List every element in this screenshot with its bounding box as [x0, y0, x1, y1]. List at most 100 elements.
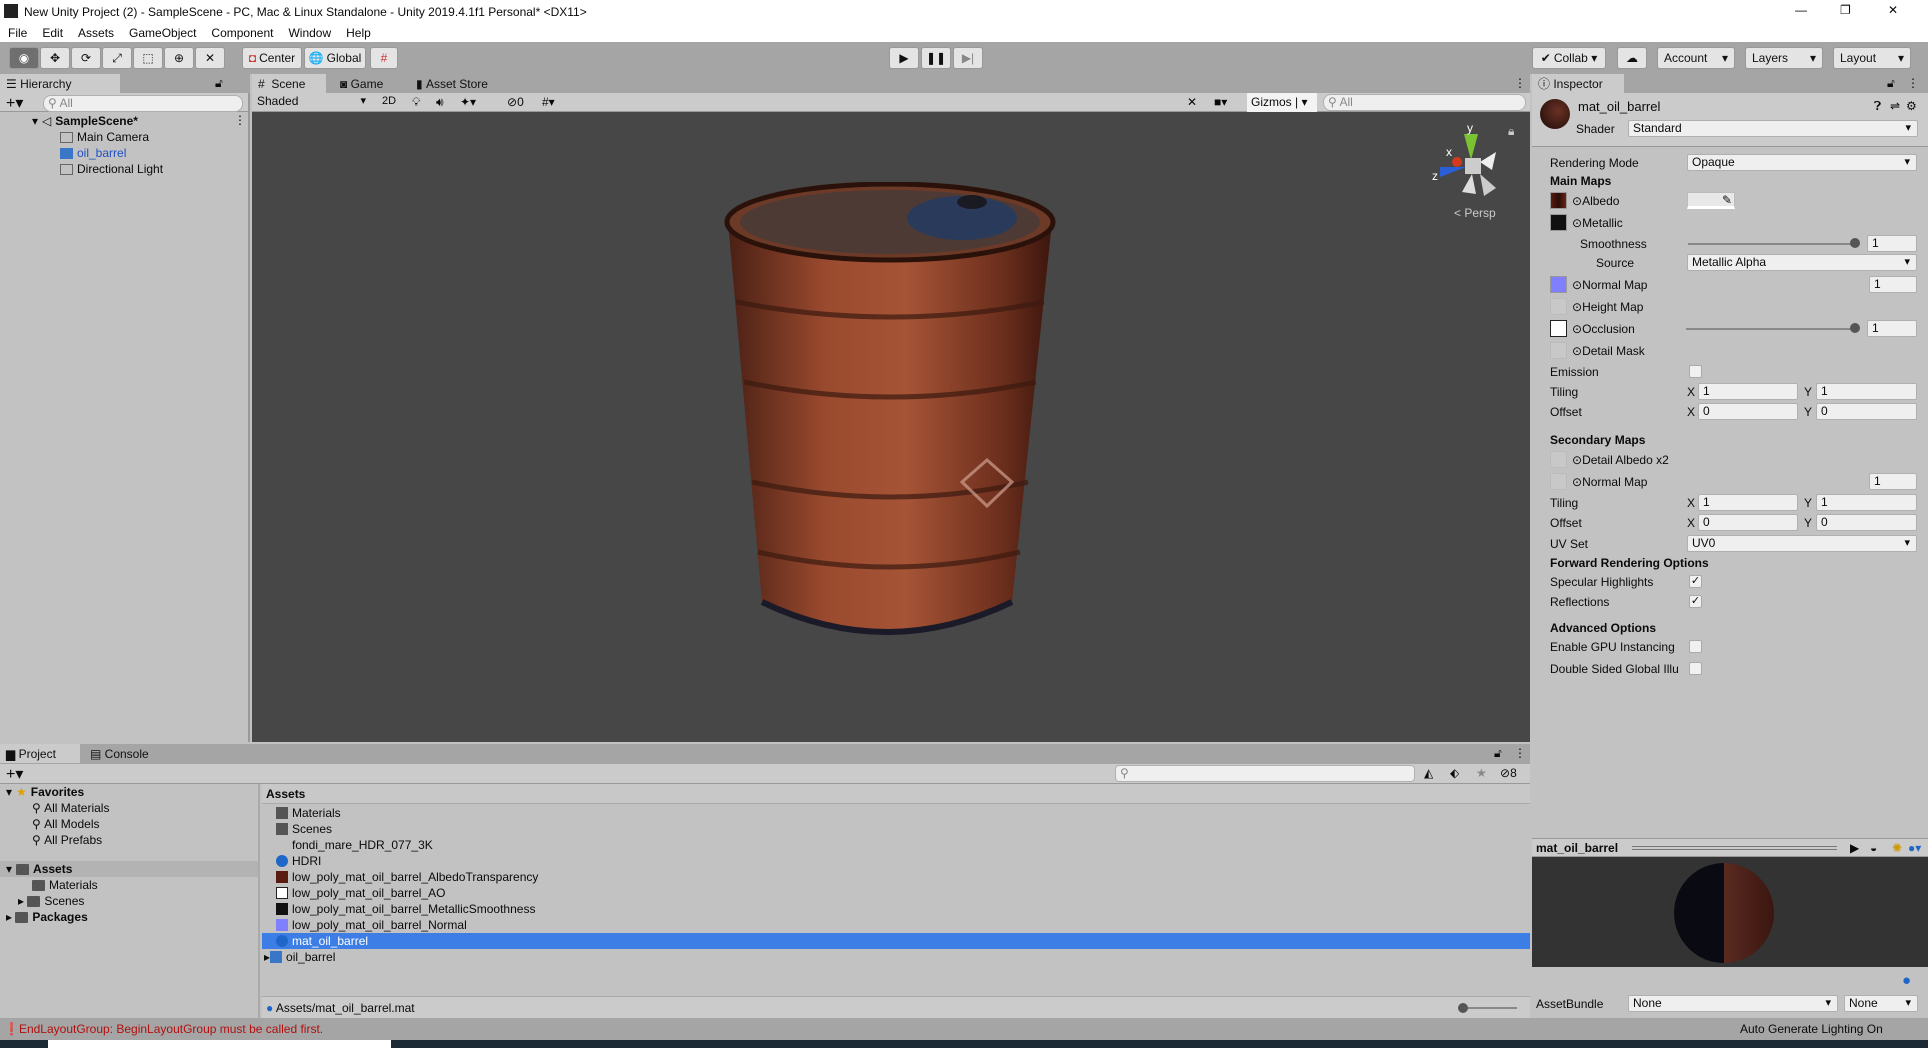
preset-icon[interactable]: ⇌: [1890, 99, 1900, 113]
scene-view[interactable]: y x z 🔒︎ < Persp: [252, 112, 1530, 742]
hierarchy-search-input[interactable]: ⚲ All: [43, 95, 243, 112]
inspector-menu-icon[interactable]: ⋮: [1907, 76, 1919, 90]
gizmos-dropdown[interactable]: Gizmos | ▾: [1247, 93, 1317, 112]
tiling-y-input[interactable]: 1: [1816, 383, 1917, 400]
asset-item[interactable]: Materials: [276, 805, 341, 821]
smoothness-slider[interactable]: [1688, 243, 1858, 245]
double-sided-gi-checkbox[interactable]: [1689, 662, 1702, 675]
project-menu-icon[interactable]: ⋮: [1514, 746, 1526, 760]
offset-y-input[interactable]: 0: [1816, 403, 1917, 420]
effects-icon[interactable]: ✦▾: [460, 95, 476, 109]
offset2-y-input[interactable]: 0: [1816, 514, 1917, 531]
specular-highlights-checkbox[interactable]: ✓: [1689, 575, 1702, 588]
detail-mask-texture-slot[interactable]: [1550, 342, 1567, 359]
account-dropdown[interactable]: Account ▾: [1657, 47, 1735, 69]
asset-item[interactable]: ▸ oil_barrel: [264, 949, 335, 965]
shading-mode-dropdown[interactable]: Shaded: [254, 94, 372, 111]
favorite-all-materials[interactable]: ⚲ All Materials: [32, 800, 109, 816]
close-button[interactable]: ✕: [1888, 3, 1898, 17]
occlusion-slider[interactable]: [1686, 328, 1858, 330]
maximize-button[interactable]: ❐: [1840, 3, 1851, 17]
assets-root-folder[interactable]: ▾ Assets: [6, 861, 72, 877]
asset-item[interactable]: mat_oil_barrel: [276, 933, 368, 949]
tab-project[interactable]: ▆ Project: [0, 744, 80, 763]
favorite-star-icon[interactable]: ★: [1476, 766, 1487, 780]
hierarchy-item-oil-barrel[interactable]: oil_barrel: [60, 145, 126, 161]
smoothness-input[interactable]: 1: [1867, 235, 1917, 252]
hierarchy-item-main-camera[interactable]: Main Camera: [60, 129, 149, 145]
search-by-type-icon[interactable]: ◭: [1424, 766, 1433, 780]
menu-edit[interactable]: Edit: [34, 24, 70, 40]
asset-item[interactable]: Scenes: [276, 821, 332, 837]
lock-icon[interactable]: 🔓︎: [1887, 76, 1895, 91]
tiling-x-input[interactable]: 1: [1698, 383, 1798, 400]
scale-tool-icon[interactable]: ⤢: [102, 47, 132, 69]
view-tool-eye-icon[interactable]: ◉: [9, 47, 39, 69]
asset-item[interactable]: HDRI: [276, 853, 321, 869]
scene-search-input[interactable]: ⚲ All: [1323, 94, 1526, 111]
asset-item[interactable]: low_poly_mat_oil_barrel_Normal: [276, 917, 467, 933]
play-button[interactable]: ▶: [889, 47, 919, 69]
menu-assets[interactable]: Assets: [70, 24, 121, 40]
custom-tool-icon[interactable]: ✕: [195, 47, 225, 69]
icon-size-slider-handle[interactable]: [1458, 1003, 1468, 1013]
menu-window[interactable]: Window: [280, 24, 338, 40]
pause-button[interactable]: ❚❚: [921, 47, 951, 69]
detail-albedo-texture-slot[interactable]: [1550, 451, 1567, 468]
rotate-tool-icon[interactable]: ⟳: [71, 47, 101, 69]
project-search-input[interactable]: ⚲: [1115, 765, 1415, 782]
grid-snap-icon[interactable]: #: [370, 47, 398, 69]
settings-gear-icon[interactable]: ⚙: [1906, 99, 1917, 113]
layout-dropdown[interactable]: Layout ▾: [1833, 47, 1911, 69]
gpu-instancing-checkbox[interactable]: [1689, 640, 1702, 653]
height-map-texture-slot[interactable]: [1550, 298, 1567, 315]
offset2-x-input[interactable]: 0: [1698, 514, 1798, 531]
favorite-all-models[interactable]: ⚲ All Models: [32, 816, 99, 832]
hidden-packages-toggle[interactable]: ⊘8: [1500, 766, 1517, 780]
asset-item[interactable]: low_poly_mat_oil_barrel_AO: [276, 885, 445, 901]
occlusion-input[interactable]: 1: [1867, 320, 1917, 337]
transform-tool-icon[interactable]: ⊕: [164, 47, 194, 69]
favorites-group[interactable]: ▾ ★ Favorites: [6, 784, 84, 800]
reflections-checkbox[interactable]: ✓: [1689, 595, 1702, 608]
folder-materials[interactable]: Materials: [32, 877, 98, 893]
tab-game[interactable]: ◙ Game: [334, 74, 408, 93]
tab-hierarchy[interactable]: ☰ Hierarchy: [0, 74, 120, 93]
source-dropdown[interactable]: Metallic Alpha: [1687, 254, 1917, 271]
preview-mesh-icon[interactable]: ◒: [1870, 841, 1877, 855]
scene-menu-icon[interactable]: ⋮: [1514, 76, 1526, 90]
shader-dropdown[interactable]: Standard: [1628, 120, 1918, 137]
scene-menu-icon[interactable]: ⋮: [234, 113, 246, 127]
hidden-objects-toggle[interactable]: ⊘0: [507, 95, 524, 109]
add-icon[interactable]: +▾: [6, 93, 23, 113]
preview-drag-handle[interactable]: [1632, 846, 1837, 850]
scene-root[interactable]: ▾ ◁ SampleScene*: [32, 113, 138, 129]
tab-scene[interactable]: # Scene: [252, 74, 326, 93]
rect-tool-icon[interactable]: ⬚: [133, 47, 163, 69]
metallic-texture-slot[interactable]: [1550, 214, 1567, 231]
normal-map-texture-slot[interactable]: [1550, 276, 1567, 293]
menu-component[interactable]: Component: [203, 24, 280, 40]
cloud-icon[interactable]: ☁: [1617, 47, 1647, 69]
icon-size-slider[interactable]: [1462, 1007, 1517, 1009]
tab-inspector[interactable]: ⓘ Inspector: [1532, 74, 1624, 93]
assetbundle-dropdown[interactable]: None: [1628, 995, 1838, 1012]
audio-icon[interactable]: 🔊︎: [436, 95, 444, 110]
create-asset-icon[interactable]: +▾: [6, 764, 23, 784]
occlusion-texture-slot[interactable]: [1550, 320, 1567, 337]
lighting-icon[interactable]: 💡︎: [412, 95, 420, 110]
favorite-all-prefabs[interactable]: ⚲ All Prefabs: [32, 832, 102, 848]
lock-icon[interactable]: 🔓︎: [215, 76, 223, 91]
auto-lighting-status[interactable]: Auto Generate Lighting On: [1740, 1022, 1883, 1036]
camera-icon[interactable]: ■▾: [1214, 95, 1227, 109]
step-button[interactable]: ▶|: [953, 47, 983, 69]
tab-asset-store[interactable]: ▮ Asset Store: [410, 74, 520, 93]
hierarchy-item-directional-light[interactable]: Directional Light: [60, 161, 163, 177]
minimize-button[interactable]: —: [1795, 3, 1807, 17]
packages-folder[interactable]: ▸ Packages: [6, 909, 88, 925]
tiling2-y-input[interactable]: 1: [1816, 494, 1917, 511]
folder-scenes[interactable]: ▸ Scenes: [18, 893, 84, 909]
perspective-label[interactable]: < Persp: [1454, 206, 1496, 220]
detail-normal-scale-input[interactable]: 1: [1869, 473, 1917, 490]
collab-dropdown[interactable]: ✔ Collab ▾: [1532, 47, 1606, 69]
